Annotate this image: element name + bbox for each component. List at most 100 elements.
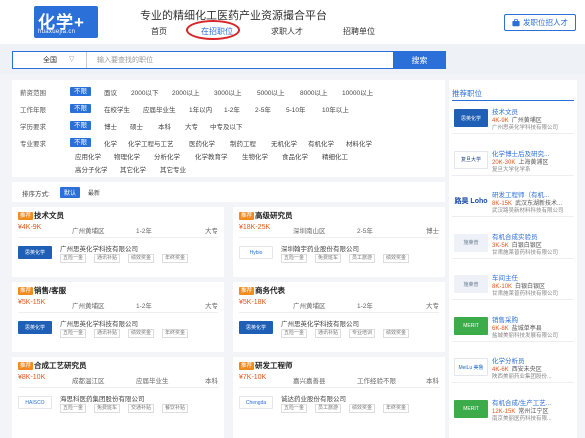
job-experience: 应届毕业生 <box>136 378 169 385</box>
filter-option[interactable]: 2000以下 <box>131 87 158 97</box>
filter-option[interactable]: 材料化学 <box>346 138 372 148</box>
nav-home[interactable]: 首页 <box>151 26 167 37</box>
filter-option[interactable]: 1-2年 <box>224 104 240 114</box>
filter-option-major-any[interactable]: 不限 <box>70 138 91 147</box>
job-location: 嘉兴嘉善县 <box>293 378 326 385</box>
filter-option[interactable]: 无机化学 <box>271 138 297 148</box>
filter-option[interactable]: 化学工程与工艺 <box>128 138 174 148</box>
job-card[interactable]: 推荐 商务代表 ¥5K-18K 广州黄埔区 1-2年 大专 思英化学 广州思英化… <box>233 282 445 352</box>
sidebar-title: 推荐职位 <box>452 89 482 98</box>
filter-option[interactable]: 有机化学 <box>308 138 334 148</box>
company-logo: 思英化学 <box>454 109 488 127</box>
filter-option[interactable]: 中专及以下 <box>210 121 243 131</box>
nav-talents[interactable]: 求职人才 <box>271 26 303 37</box>
recommended-tag: 推荐 <box>239 212 255 220</box>
filter-option[interactable]: 5000以上 <box>257 87 284 97</box>
company-name[interactable]: 海思科医药集团股份有限公司 <box>60 393 145 403</box>
filter-option-experience-any[interactable]: 不限 <box>70 104 91 113</box>
site-logo[interactable]: 化学+ huaxuejia.cn <box>34 6 98 38</box>
filter-option[interactable]: 5-10年 <box>286 104 306 114</box>
company-logo: 路昊 Loho <box>454 192 488 210</box>
filter-option[interactable]: 医药化学 <box>189 138 215 148</box>
search-button[interactable]: 搜索 <box>393 51 446 69</box>
company-name[interactable]: 广州思英化学科技有限公司 <box>281 318 359 328</box>
job-experience: 2-5年 <box>357 228 373 235</box>
job-title[interactable]: 技术文员 <box>34 210 64 221</box>
perk-badge: 五险一金 <box>281 254 308 263</box>
filter-option[interactable]: 1年以内 <box>189 104 212 114</box>
sidebar-divider <box>452 174 574 176</box>
filter-option[interactable]: 其它化学 <box>120 164 146 174</box>
job-title[interactable]: 高级研究员 <box>255 210 293 221</box>
job-card[interactable]: 推荐 高级研究员 ¥18K-25K 深圳南山区 2-5年 博士 Hybio 深圳… <box>233 207 445 277</box>
filter-option[interactable]: 生物化学 <box>242 151 268 161</box>
perk-badge: 免费班车 <box>94 404 121 413</box>
filter-option[interactable]: 化学 <box>104 138 117 148</box>
filter-option[interactable]: 精细化工 <box>322 151 348 161</box>
job-experience: 1-2年 <box>136 228 152 235</box>
perk-badge: 年终奖金 <box>162 254 189 263</box>
filter-option[interactable]: 在校学生 <box>104 104 130 114</box>
filter-option[interactable]: 大专 <box>185 121 198 131</box>
sidebar-company-name: 广州思英化学科技有限公司 <box>492 125 559 131</box>
filter-option[interactable]: 化学教育学 <box>195 151 228 161</box>
briefcase-icon <box>512 18 520 26</box>
filter-option-salary-any[interactable]: 不限 <box>70 87 91 96</box>
filter-option[interactable]: 物理化学 <box>114 151 140 161</box>
post-job-button[interactable]: 发职位招人才 <box>504 14 576 31</box>
job-card[interactable]: 推荐 销售/客服 ¥5K-15K 广州黄埔区 1-2年 大专 思英化学 广州思英… <box>12 282 224 352</box>
filter-option-education-any[interactable]: 不限 <box>70 121 91 130</box>
job-education: 大专 <box>205 228 218 235</box>
job-title[interactable]: 研发工程师 <box>255 360 293 371</box>
filter-option[interactable]: 2000以上 <box>172 87 199 97</box>
filter-option[interactable]: 高分子化学 <box>75 164 108 174</box>
filter-option[interactable]: 3000以上 <box>214 87 241 97</box>
sort-bar: 排序方式: 默认 最新 <box>12 182 445 202</box>
company-name[interactable]: 广州思英化学科技有限公司 <box>60 243 138 253</box>
perk-badge: 员工旅游 <box>349 254 376 263</box>
sidebar-divider <box>452 216 574 217</box>
company-logo: 施莱普 <box>454 233 488 252</box>
filter-option[interactable]: 10000以上 <box>342 87 373 97</box>
job-title[interactable]: 合成工艺研究员 <box>34 360 87 371</box>
perk-badge: 通讯补贴 <box>94 254 121 263</box>
company-logo: 思英化学 <box>18 246 52 259</box>
filter-option[interactable]: 硕士 <box>130 121 143 131</box>
filter-option[interactable]: 博士 <box>104 121 117 131</box>
filter-option[interactable]: 10年以上 <box>322 104 349 114</box>
company-name[interactable]: 广州思英化学科技有限公司 <box>60 318 138 328</box>
company-name[interactable]: 深圳翰宇药业股份有限公司 <box>281 243 359 253</box>
filter-option[interactable]: 面议 <box>104 87 117 97</box>
job-title[interactable]: 销售/客服 <box>34 285 66 296</box>
company-name[interactable]: 诚达药业股份有限公司 <box>281 393 346 403</box>
sidebar-company-name: 甘肃施莱普药科技有限公司 <box>492 249 559 256</box>
sort-latest-button[interactable]: 最新 <box>88 188 100 197</box>
filter-option[interactable]: 应届毕业生 <box>143 104 176 114</box>
company-logo: 思英化学 <box>18 321 52 334</box>
nav-employers[interactable]: 招聘单位 <box>343 26 375 37</box>
search-input[interactable]: 输入要查找的职位 <box>97 55 153 65</box>
filter-option[interactable]: 2-5年 <box>255 104 271 114</box>
filter-option[interactable]: 8000以上 <box>300 87 327 97</box>
job-salary: ¥4K-9K <box>18 224 42 231</box>
job-card[interactable]: 推荐 技术文员 ¥4K-9K 广州黄埔区 1-2年 大专 思英化学 广州思英化学… <box>12 207 224 277</box>
job-card[interactable]: 推荐 研发工程师 ¥7K-10K 嘉兴嘉善县 工作经验不限 本科 Chengda… <box>233 357 445 438</box>
perk-badge: 五险一金 <box>281 404 308 413</box>
job-card[interactable]: 推荐 合成工艺研究员 ¥8K-10K 成都温江区 应届毕业生 本科 HAISCO… <box>12 357 224 438</box>
company-logo: 施莱普 <box>454 275 488 293</box>
filter-option[interactable]: 应用化学 <box>75 151 101 161</box>
job-education: 大专 <box>426 303 439 310</box>
perk-badge: 五险一金 <box>281 329 308 338</box>
filter-option[interactable]: 其它专业 <box>160 164 186 174</box>
sort-default-button[interactable]: 默认 <box>60 187 81 198</box>
perk-badge: 五险一金 <box>60 404 87 413</box>
filter-option[interactable]: 分析化学 <box>154 151 180 161</box>
perk-badge: 通讯补贴 <box>315 329 342 338</box>
sidebar-company-name: 复旦大学化学系 <box>492 166 531 173</box>
filter-option[interactable]: 本科 <box>158 121 171 131</box>
region-select[interactable]: 全国 ▽ <box>13 52 87 68</box>
filter-option[interactable]: 制药工程 <box>230 138 256 148</box>
filter-option[interactable]: 食品化学 <box>282 151 308 161</box>
search-box: 全国 ▽ 输入要查找的职位 搜索 <box>12 51 446 69</box>
job-title[interactable]: 商务代表 <box>255 285 285 296</box>
